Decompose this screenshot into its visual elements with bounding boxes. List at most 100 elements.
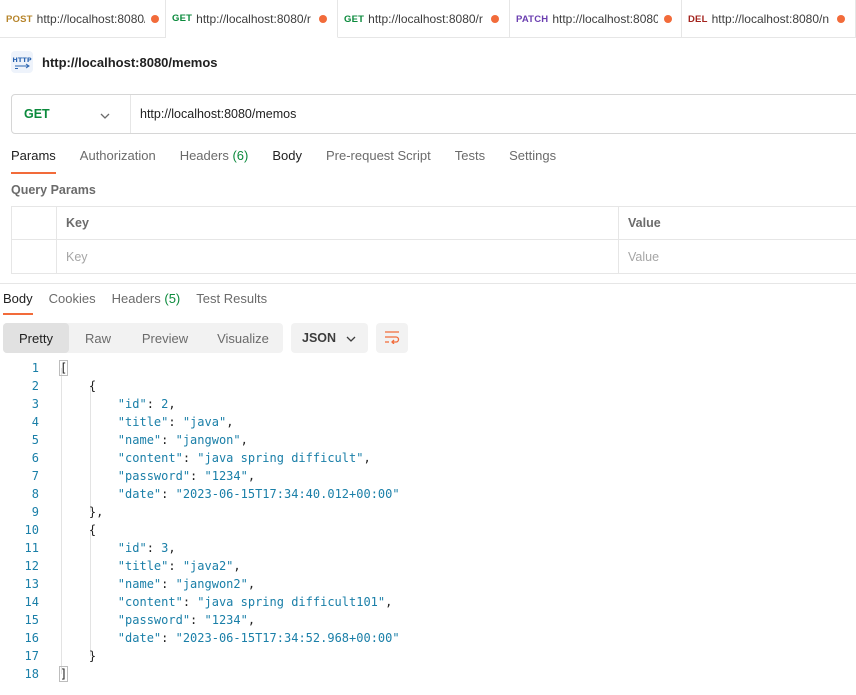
code-text: "id": 3,: [117, 541, 176, 555]
raw-button[interactable]: Raw: [69, 323, 127, 353]
line-number: 12: [24, 559, 39, 573]
line-number: 7: [31, 469, 39, 483]
line-number: 13: [24, 577, 39, 591]
unsaved-dot-icon: [836, 15, 845, 23]
tab-cookies[interactable]: Cookies: [49, 291, 96, 315]
preview-button[interactable]: Preview: [127, 323, 203, 353]
request-subtabs: Params Authorization Headers (6) Body Pr…: [11, 148, 580, 174]
pretty-button[interactable]: Pretty: [3, 323, 69, 353]
code-text: "id": 2,: [117, 397, 176, 411]
code-line: 10 {: [0, 521, 856, 539]
url-bar: GET http://localhost:8080/memos: [11, 94, 856, 134]
tab-url: http://localhost:8080/n: [711, 12, 830, 26]
request-tab[interactable]: GET http://localhost:8080/r: [166, 0, 338, 38]
query-params-label: Query Params: [11, 183, 96, 197]
code-line: 5 "name": "jangwon",: [0, 431, 856, 449]
unsaved-dot-icon: [319, 14, 328, 23]
method-value: GET: [24, 107, 50, 121]
checkbox-column: [12, 207, 57, 239]
http-icon: HTTP: [11, 51, 33, 73]
code-text: }: [60, 649, 97, 663]
code-line: 15 "password": "1234",: [0, 611, 856, 629]
method-label: PATCH: [516, 13, 549, 25]
response-body-code[interactable]: 1[2 {3 "id": 2, 4 "title": "java", 5 "name…: [0, 359, 856, 683]
unsaved-dot-icon: [151, 15, 159, 23]
tab-params[interactable]: Params: [11, 148, 56, 174]
format-select[interactable]: JSON: [291, 323, 368, 353]
code-text: "content": "java spring difficult",: [117, 451, 371, 465]
line-number: 18: [24, 667, 39, 681]
code-text: "date": "2023-06-15T17:34:40.012+00:00": [117, 487, 400, 501]
url-input[interactable]: http://localhost:8080/memos: [131, 107, 296, 121]
line-number: 11: [24, 541, 39, 555]
tab-response-headers[interactable]: Headers (5): [112, 291, 181, 315]
method-label: GET: [344, 13, 365, 25]
code-text: },: [60, 505, 104, 519]
tab-body[interactable]: Body: [272, 148, 302, 174]
code-line: 4 "title": "java",: [0, 413, 856, 431]
line-number: 1: [31, 361, 39, 375]
request-tab[interactable]: DEL http://localhost:8080/n: [682, 0, 856, 38]
code-line: 16 "date": "2023-06-15T17:34:52.968+00:0…: [0, 629, 856, 647]
line-number: 4: [31, 415, 39, 429]
request-name[interactable]: http://localhost:8080/memos: [42, 55, 218, 70]
param-key-input[interactable]: Key: [57, 240, 619, 273]
code-text: "name": "jangwon2",: [117, 577, 256, 591]
pane-divider[interactable]: [0, 283, 856, 284]
tab-pre-request-script[interactable]: Pre-request Script: [326, 148, 431, 174]
tab-test-results[interactable]: Test Results: [196, 291, 267, 315]
method-label: DEL: [688, 13, 708, 25]
table-row: Key Value: [12, 240, 856, 273]
line-number: 3: [31, 397, 39, 411]
code-text: "content": "java spring difficult101",: [117, 595, 393, 609]
request-title: HTTP http://localhost:8080/memos: [11, 50, 218, 74]
request-tab[interactable]: GET http://localhost:8080/r: [338, 0, 510, 38]
tab-headers[interactable]: Headers (6): [180, 148, 249, 174]
code-text: "password": "1234",: [117, 469, 256, 483]
request-tab[interactable]: POST http://localhost:8080/: [0, 0, 166, 38]
code-line: 8 "date": "2023-06-15T17:34:40.012+00:00…: [0, 485, 856, 503]
method-select[interactable]: GET: [12, 95, 131, 133]
code-text: [: [58, 360, 69, 376]
code-line: 14 "content": "java spring difficult101"…: [0, 593, 856, 611]
chevron-down-icon: [346, 331, 356, 345]
request-tab-bar: POST http://localhost:8080/ GET http://l…: [0, 0, 856, 38]
code-line: 18]: [0, 665, 856, 683]
code-line: 7 "password": "1234",: [0, 467, 856, 485]
wrap-lines-button[interactable]: [376, 323, 408, 353]
request-tab[interactable]: PATCH http://localhost:8080(: [510, 0, 682, 38]
column-value: Value: [628, 216, 661, 230]
tab-url: http://localhost:8080/: [36, 12, 145, 26]
tab-authorization[interactable]: Authorization: [80, 148, 156, 174]
code-line: 13 "name": "jangwon2",: [0, 575, 856, 593]
code-line: 3 "id": 2,: [0, 395, 856, 413]
code-line: 9 },: [0, 503, 856, 521]
line-number: 16: [24, 631, 39, 645]
code-text: "date": "2023-06-15T17:34:52.968+00:00": [117, 631, 400, 645]
code-text: ]: [58, 666, 69, 682]
unsaved-dot-icon: [664, 15, 673, 23]
code-line: 17 }: [0, 647, 856, 665]
visualize-button[interactable]: Visualize: [203, 323, 283, 353]
table-header-row: Key Value: [12, 207, 856, 240]
code-text: "password": "1234",: [117, 613, 256, 627]
code-text: {: [60, 379, 97, 393]
format-value: JSON: [302, 331, 337, 345]
code-line: 12 "title": "java2",: [0, 557, 856, 575]
line-number: 10: [24, 523, 39, 537]
line-number: 17: [24, 649, 39, 663]
chevron-down-icon: [100, 107, 110, 122]
query-params-table: Key Value Key Value: [11, 206, 856, 274]
tab-response-body[interactable]: Body: [3, 291, 33, 315]
code-line: 6 "content": "java spring difficult",: [0, 449, 856, 467]
code-text: {: [60, 523, 97, 537]
view-mode-toggle: Pretty Raw Preview Visualize: [3, 323, 283, 353]
line-number: 15: [24, 613, 39, 627]
tab-settings[interactable]: Settings: [509, 148, 556, 174]
code-line: 11 "id": 3,: [0, 539, 856, 557]
method-label: POST: [6, 13, 33, 25]
code-text: "title": "java",: [117, 415, 234, 429]
tab-tests[interactable]: Tests: [455, 148, 485, 174]
row-checkbox[interactable]: [12, 240, 57, 273]
param-value-input[interactable]: Value: [619, 240, 856, 273]
